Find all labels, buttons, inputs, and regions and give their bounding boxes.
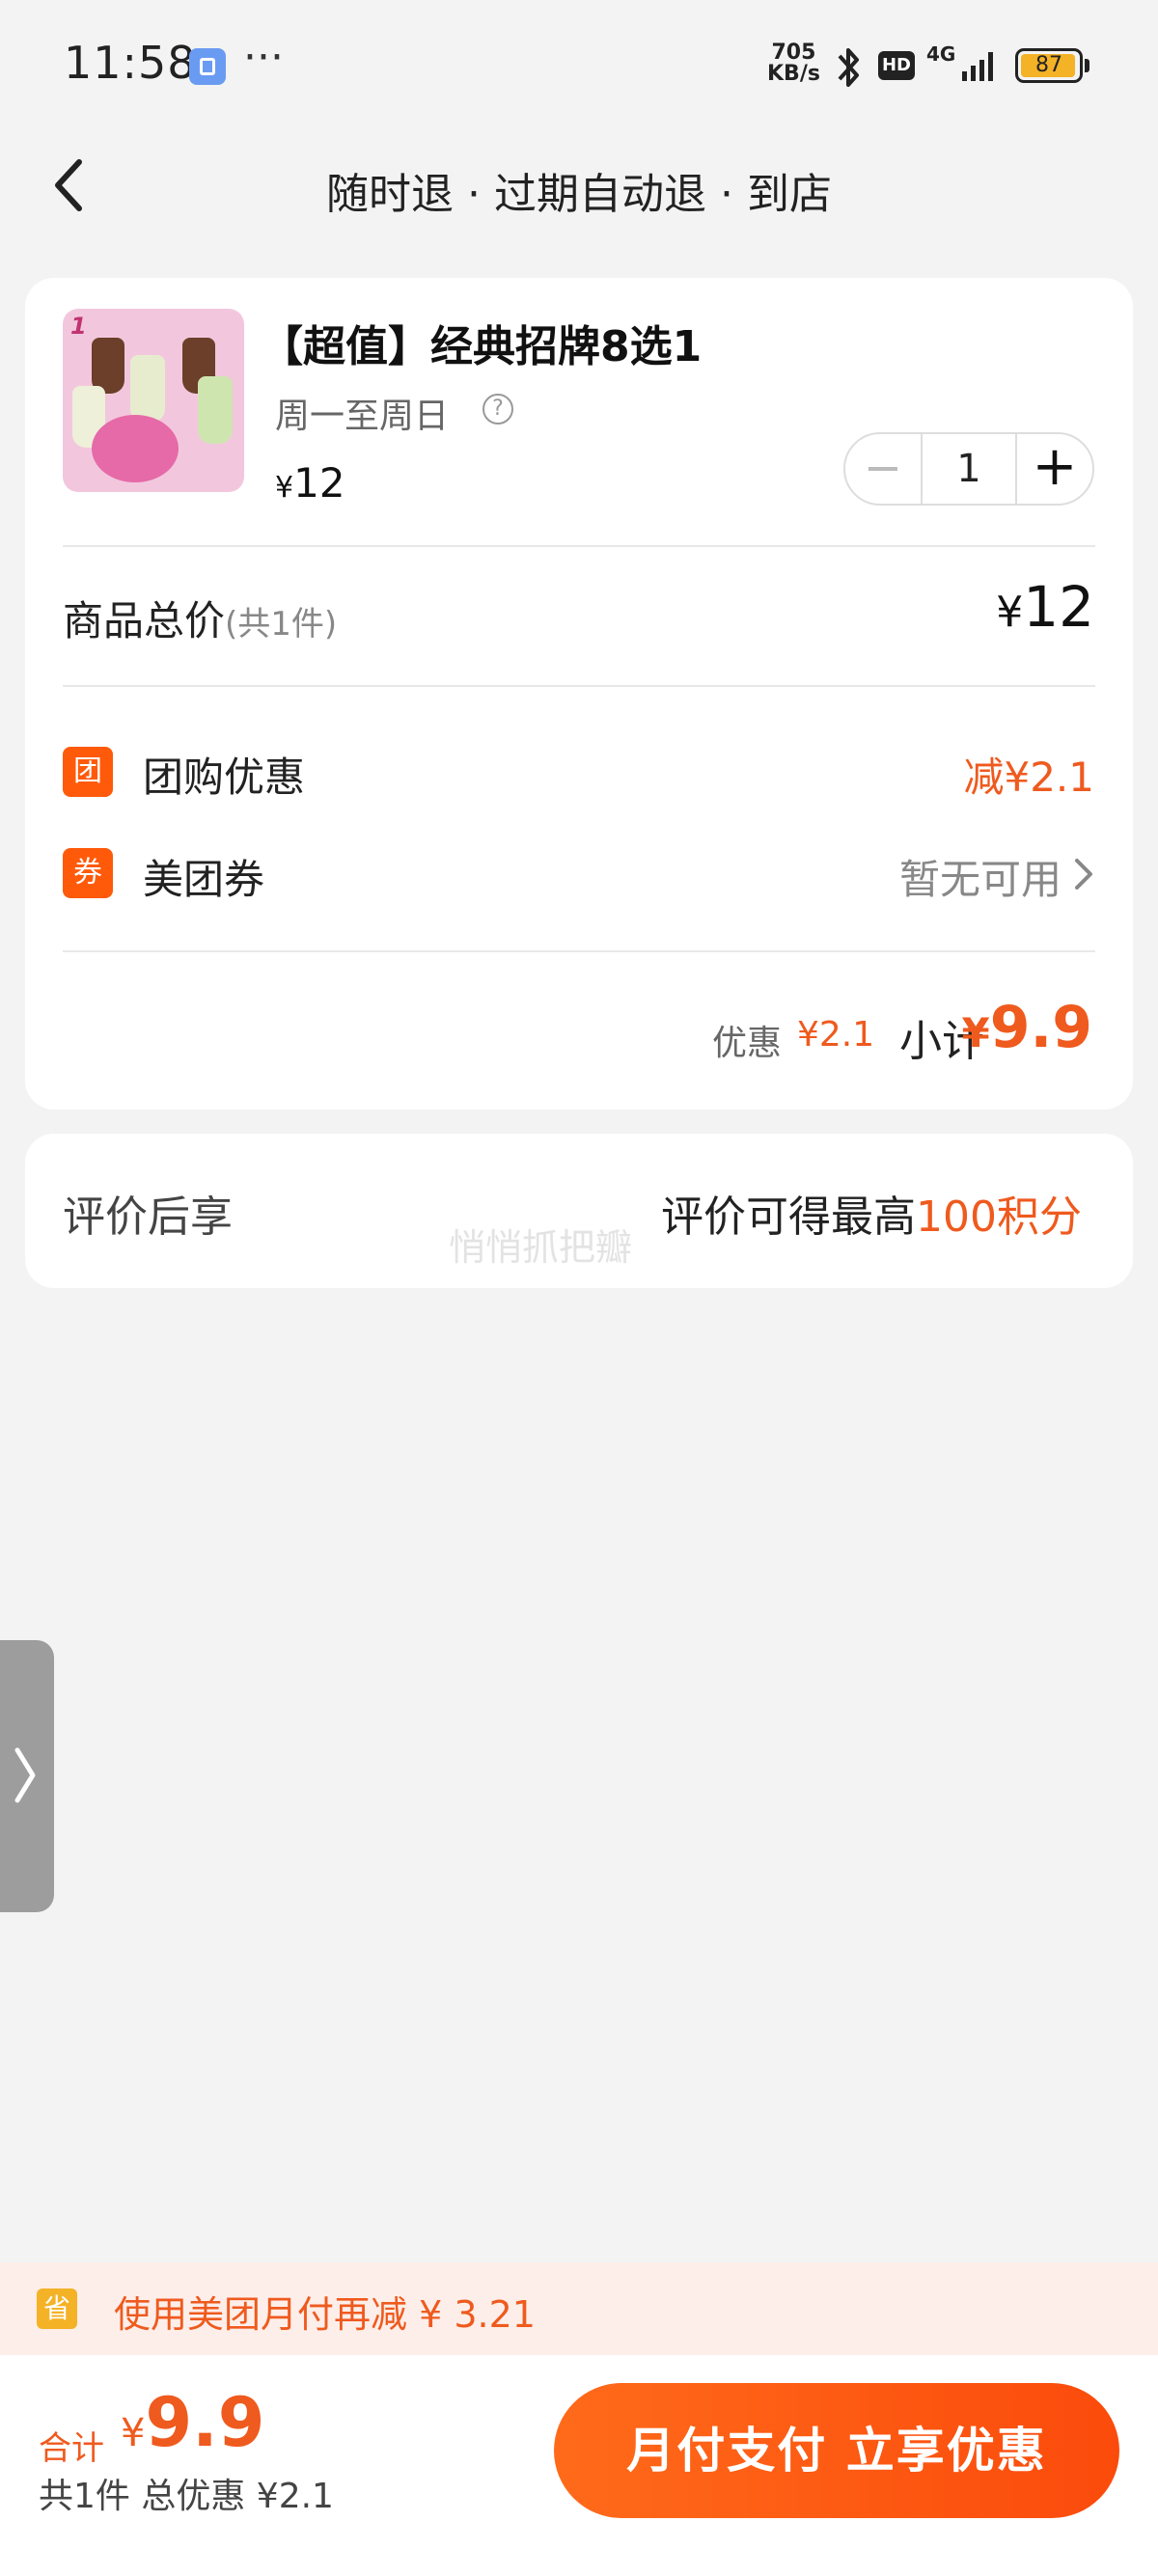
product-thumbnail[interactable]: 1 <box>63 309 244 492</box>
product-price-value: 12 <box>293 459 345 507</box>
battery-icon: 87 <box>1015 48 1083 83</box>
currency-symbol: ¥ <box>121 2411 146 2455</box>
goods-total-text: 商品总价 <box>63 597 226 644</box>
product-title: 【超值】经典招牌8选1 <box>261 322 703 371</box>
help-icon[interactable]: ? <box>482 394 513 425</box>
battery-cap <box>1085 59 1089 72</box>
review-points: 100积分 <box>916 1192 1082 1242</box>
drink-image <box>198 376 233 444</box>
currency-symbol: ¥ <box>961 1009 990 1056</box>
currency-symbol: ¥ <box>996 588 1024 637</box>
group-buy-value: 减¥2.1 <box>963 754 1094 801</box>
coupon-icon: 券 <box>63 848 113 898</box>
review-reward-text: 评价可得最高 <box>661 1192 916 1242</box>
battery-level: 87 <box>1035 53 1062 77</box>
page-title: 随时退 · 过期自动退 · 到店 <box>326 170 832 219</box>
goods-count: (共1件) <box>225 605 338 644</box>
side-drawer-handle[interactable] <box>0 1640 54 1912</box>
pay-button[interactable]: 月付支付 立享优惠 <box>554 2383 1119 2518</box>
coupon-value[interactable]: 暂无可用 <box>899 847 1062 906</box>
thumbnail-label: 1 <box>70 313 87 340</box>
goods-total-amount: 12 <box>1023 574 1094 640</box>
decrease-button[interactable]: − <box>845 434 921 504</box>
signal-icon <box>962 52 993 81</box>
discount-value: ¥2.1 <box>797 1015 875 1055</box>
network-speed: 705 KB/s <box>767 42 820 85</box>
more-notifications-icon: ··· <box>243 33 284 82</box>
network-type: 4G <box>926 42 956 66</box>
watermark: 悄悄抓把瓣 <box>449 1226 633 1269</box>
chevron-right-icon <box>14 1747 36 1803</box>
group-buy-label: 团购优惠 <box>143 754 306 801</box>
increase-button[interactable]: + <box>1017 434 1092 504</box>
app-notification-icon <box>189 48 226 85</box>
subtotal-amount: 9.9 <box>989 994 1092 1061</box>
discount-label: 优惠 <box>712 1024 783 1063</box>
subtotal-value: ¥9.9 <box>961 994 1092 1061</box>
goods-total-label: 商品总价(共1件) <box>63 589 337 647</box>
product-schedule: 周一至周日 <box>275 397 450 436</box>
network-speed-unit: KB/s <box>767 62 820 86</box>
divider <box>63 950 1095 952</box>
product-price: ¥12 <box>275 459 345 507</box>
status-time: 11:58 <box>64 37 197 89</box>
bluetooth-icon <box>838 48 859 87</box>
currency-symbol: ¥ <box>275 471 294 505</box>
chevron-right-icon[interactable] <box>1073 857 1094 891</box>
promo-text: 使用美团月付再减 ¥ 3.21 <box>114 2293 536 2336</box>
save-icon: 省 <box>37 2288 77 2329</box>
quantity-value[interactable]: 1 <box>921 434 1017 504</box>
sum-value: ¥9.9 <box>121 2383 264 2462</box>
network-speed-value: 705 <box>771 41 816 65</box>
drink-image <box>130 355 165 423</box>
sum-details: 共1件 总优惠 ¥2.1 <box>39 2477 334 2516</box>
quantity-stepper: − 1 + <box>843 432 1094 506</box>
goods-total-value: ¥12 <box>996 574 1094 640</box>
review-reward: 评价可得最高100积分 <box>661 1182 1082 1244</box>
group-buy-icon: 团 <box>63 747 113 797</box>
review-label: 评价后享 <box>63 1192 233 1242</box>
sum-label: 合计 <box>39 2429 104 2468</box>
sum-amount: 9.9 <box>145 2383 265 2462</box>
coupon-label[interactable]: 美团券 <box>143 847 264 906</box>
divider <box>63 685 1095 687</box>
divider <box>63 545 1095 547</box>
hd-icon: HD <box>878 51 915 80</box>
mascot-image <box>92 415 179 482</box>
